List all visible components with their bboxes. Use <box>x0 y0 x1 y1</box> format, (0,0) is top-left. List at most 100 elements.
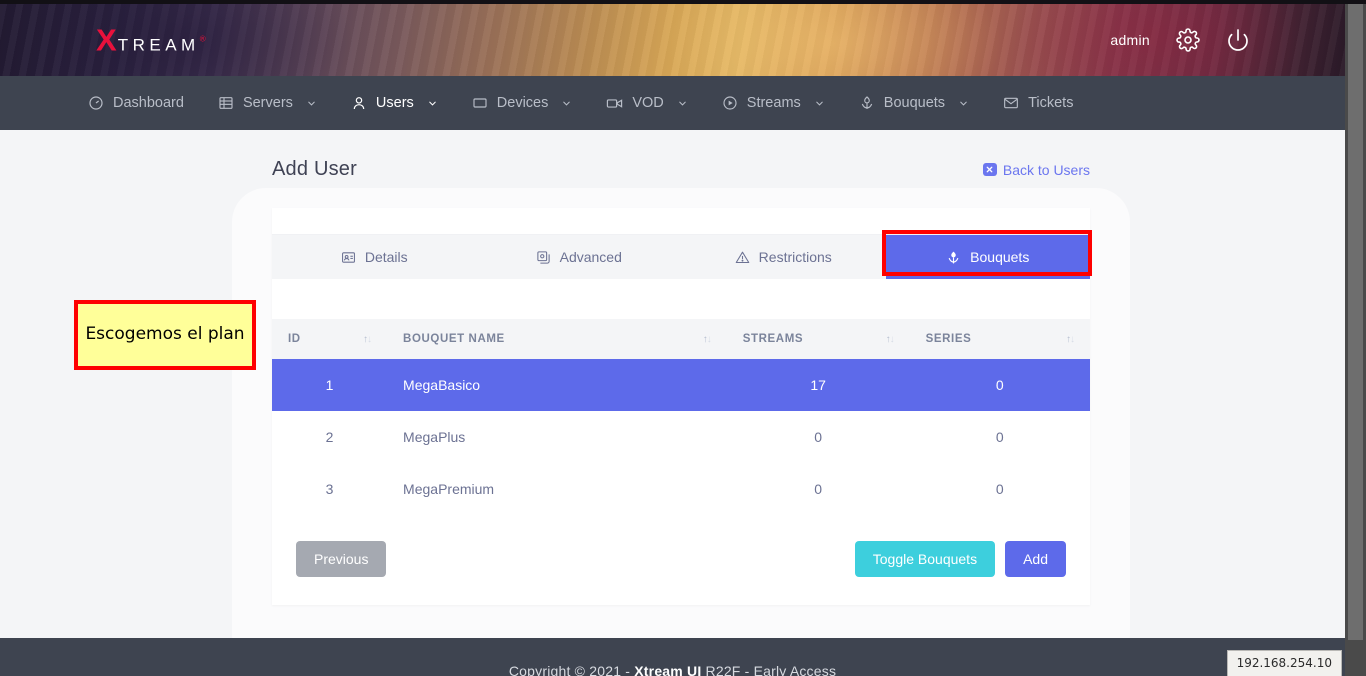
table-row[interactable]: 2 MegaPlus 0 0 <box>272 411 1090 463</box>
table-head: ID ↑↓ BOUQUET NAME ↑↓ STREAMS ↑↓ SERIES … <box>272 319 1090 359</box>
nav-item-devices[interactable]: Devices <box>472 76 573 130</box>
cell-streams: 0 <box>814 429 823 445</box>
nav-label: Tickets <box>1028 95 1074 111</box>
column-label: BOUQUET NAME <box>403 333 505 345</box>
cell-streams: 17 <box>810 377 826 393</box>
chevron-down-icon <box>677 98 688 109</box>
sort-icon: ↑↓ <box>885 333 895 345</box>
logo-wordmark: TREAM <box>117 35 200 55</box>
add-user-card: Details Advanced Restrictions Bouquets I… <box>272 208 1090 605</box>
id-card-icon <box>341 250 356 265</box>
scrollbar-thumb[interactable] <box>1348 4 1363 640</box>
nav-label: Dashboard <box>113 95 184 111</box>
column-header-streams[interactable]: STREAMS ↑↓ <box>727 319 910 359</box>
cell-bouquet-name: MegaPlus <box>403 429 466 445</box>
nav-item-users[interactable]: Users <box>351 76 438 130</box>
page-body: Add User Back to Users Details Advanced … <box>0 130 1345 638</box>
sliders-icon <box>536 250 551 265</box>
column-header-id[interactable]: ID ↑↓ <box>272 319 387 359</box>
bouquet-icon <box>859 95 875 111</box>
device-icon <box>472 95 488 111</box>
nav-item-dashboard[interactable]: Dashboard <box>88 76 184 130</box>
logo-x-letter: X <box>96 22 117 58</box>
tab-restrictions[interactable]: Restrictions <box>681 235 886 279</box>
app-root: X TREAM ® admin Dashboard Servers Users … <box>0 0 1366 676</box>
cell-series: 0 <box>995 429 1004 445</box>
tab-bar: Details Advanced Restrictions Bouquets <box>272 235 1090 279</box>
nav-item-bouquets[interactable]: Bouquets <box>859 76 969 130</box>
cell-series: 0 <box>995 481 1004 497</box>
card-top-strip <box>272 208 1090 235</box>
nav-item-streams[interactable]: Streams <box>722 76 825 130</box>
tab-label: Bouquets <box>970 249 1030 265</box>
chevron-down-icon <box>561 98 572 109</box>
cell-bouquet-name: MegaBasico <box>403 377 481 393</box>
nav-item-servers[interactable]: Servers <box>218 76 317 130</box>
page-header: Add User Back to Users <box>272 158 1090 181</box>
cell-series: 0 <box>995 377 1004 393</box>
add-button[interactable]: Add <box>1005 541 1066 577</box>
copyright-prefix: Copyright © 2021 - <box>508 663 635 676</box>
play-circle-icon <box>722 95 738 111</box>
current-user-label: admin <box>1110 32 1150 48</box>
xtream-logo[interactable]: X TREAM ® <box>96 25 206 56</box>
nav-label: Streams <box>746 95 801 111</box>
gear-icon[interactable] <box>1176 28 1200 52</box>
sort-icon: ↑↓ <box>363 333 372 345</box>
cell-streams: 0 <box>814 481 823 497</box>
tab-bouquets[interactable]: Bouquets <box>885 235 1090 279</box>
nav-label: Users <box>375 95 414 111</box>
column-label: SERIES <box>925 333 972 345</box>
sort-icon: ↑↓ <box>702 333 712 345</box>
server-icon <box>218 95 234 111</box>
warning-triangle-icon <box>735 250 750 265</box>
cell-id: 3 <box>325 481 334 497</box>
copyright-suffix: R22F - Early Access <box>701 663 837 676</box>
tab-advanced[interactable]: Advanced <box>476 235 681 279</box>
cell-bouquet-name: MegaPremium <box>403 481 495 497</box>
column-label: ID <box>288 333 301 345</box>
annotation-callout: Escogemos el plan <box>74 300 256 370</box>
logo-registered-mark: ® <box>199 34 206 44</box>
back-to-users-link[interactable]: Back to Users <box>982 161 1090 178</box>
page-scrollbar[interactable] <box>1345 4 1366 676</box>
main-navigation: Dashboard Servers Users Devices VOD Stre… <box>0 76 1345 130</box>
table-header-row: ID ↑↓ BOUQUET NAME ↑↓ STREAMS ↑↓ SERIES … <box>272 319 1090 359</box>
bouquets-table-panel: ID ↑↓ BOUQUET NAME ↑↓ STREAMS ↑↓ SERIES … <box>272 279 1090 515</box>
chevron-down-icon <box>306 98 317 109</box>
nav-item-tickets[interactable]: Tickets <box>1003 76 1073 130</box>
footer-action-group: Toggle Bouquets Add <box>854 541 1066 577</box>
copyright-brand: Xtream UI <box>634 663 702 676</box>
table-row[interactable]: 3 MegaPremium 0 0 <box>272 463 1090 515</box>
cell-id: 1 <box>325 377 334 393</box>
status-ip-tooltip: 192.168.254.10 <box>1226 650 1342 676</box>
nav-label: Devices <box>496 95 549 111</box>
previous-button[interactable]: Previous <box>296 541 387 577</box>
video-icon <box>606 95 623 112</box>
app-header: X TREAM ® admin <box>0 4 1345 76</box>
header-actions: admin <box>1110 28 1250 52</box>
bouquet-icon <box>946 250 961 265</box>
table-row[interactable]: 1 MegaBasico 17 0 <box>272 359 1090 411</box>
nav-label: Servers <box>242 95 293 111</box>
nav-label: VOD <box>632 95 664 111</box>
nav-item-vod[interactable]: VOD <box>606 76 687 130</box>
column-header-series[interactable]: SERIES ↑↓ <box>910 319 1090 359</box>
bouquets-table: ID ↑↓ BOUQUET NAME ↑↓ STREAMS ↑↓ SERIES … <box>272 319 1090 515</box>
column-header-bouquet-name[interactable]: BOUQUET NAME ↑↓ <box>387 319 727 359</box>
site-footer: Copyright © 2021 - Xtream UI R22F - Earl… <box>0 638 1345 676</box>
toggle-bouquets-button[interactable]: Toggle Bouquets <box>854 541 996 577</box>
copyright-text: Copyright © 2021 - Xtream UI R22F - Earl… <box>509 663 836 676</box>
chevron-down-icon <box>958 98 969 109</box>
user-icon <box>351 95 367 111</box>
cell-id: 2 <box>325 429 334 445</box>
chevron-down-icon <box>814 98 825 109</box>
back-link-label: Back to Users <box>1002 161 1090 178</box>
tab-label: Restrictions <box>758 249 832 265</box>
nav-label: Bouquets <box>883 95 946 111</box>
power-icon[interactable] <box>1226 28 1250 52</box>
sort-icon: ↑↓ <box>1066 333 1075 345</box>
tab-details[interactable]: Details <box>272 235 477 279</box>
chevron-down-icon <box>427 98 438 109</box>
envelope-icon <box>1003 95 1019 111</box>
